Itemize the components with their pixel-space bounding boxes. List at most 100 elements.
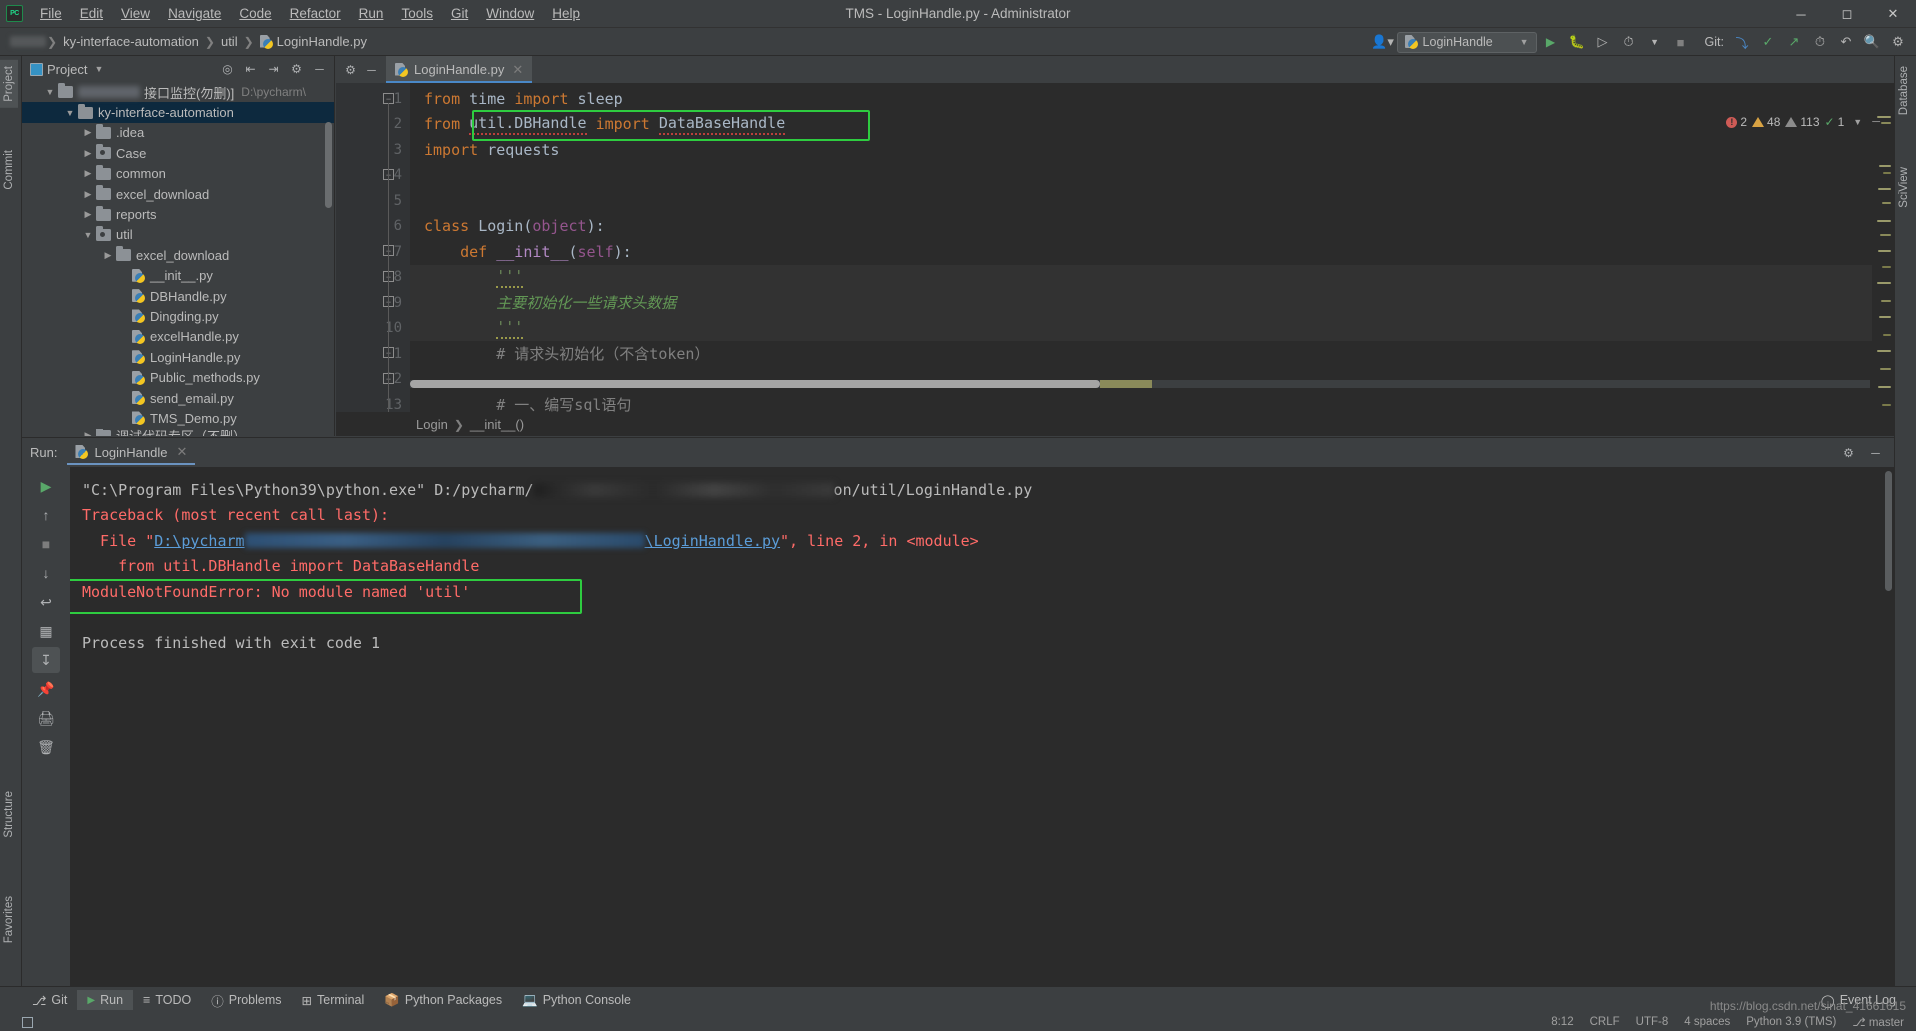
inspection-widget[interactable]: ! 2 48 113 ✓ 1 ▼ ─ xyxy=(1726,115,1880,129)
tree-row-case[interactable]: ▶ Case xyxy=(22,143,334,163)
chevron-down-icon[interactable]: ▼ xyxy=(42,87,58,97)
project-tree-scrollbar[interactable] xyxy=(325,122,332,208)
bottom-tab-problems[interactable]: ⓘ Problems xyxy=(201,988,291,1013)
close-button[interactable]: ✕ xyxy=(1870,0,1916,28)
tree-row-common[interactable]: ▶ common xyxy=(22,164,334,184)
chevron-right-icon[interactable]: ▶ xyxy=(80,189,96,200)
git-branch[interactable]: ⎇ master xyxy=(1852,1015,1904,1029)
printer-icon[interactable]: 🖨 xyxy=(32,705,60,731)
code-content[interactable]: from time import sleep from util.DBHandl… xyxy=(410,83,1894,412)
down-arrow-icon[interactable]: ↓ xyxy=(32,560,60,586)
scroll-to-end-icon[interactable]: ↧ xyxy=(32,647,60,673)
print-grid-icon[interactable]: ▦ xyxy=(32,618,60,644)
tree-row-tms-demo-py[interactable]: TMS_Demo.py xyxy=(22,408,334,428)
tool-tab-structure[interactable]: Structure xyxy=(0,785,18,844)
bottom-tab-python-packages[interactable]: 📦 Python Packages xyxy=(374,990,512,1011)
chevron-right-icon[interactable]: ▶ xyxy=(80,168,96,179)
breadcrumb-item-file[interactable]: LoginHandle.py xyxy=(255,32,372,51)
editor-horizontal-scrollbar[interactable] xyxy=(410,380,1870,388)
tree-row-excel-download[interactable]: ▶ excel_download xyxy=(22,184,334,204)
chevron-right-icon[interactable]: ▶ xyxy=(100,250,116,261)
chevron-down-icon[interactable]: ▼ xyxy=(80,230,96,240)
chevron-right-icon[interactable]: ▶ xyxy=(80,127,96,138)
breadcrumb-project-redacted[interactable] xyxy=(10,36,46,47)
menu-file[interactable]: File xyxy=(31,2,71,25)
run-settings-gear-icon[interactable]: ⚙ xyxy=(1838,442,1859,463)
indent-setting[interactable]: 4 spaces xyxy=(1684,1016,1730,1028)
run-console-output[interactable]: "C:\Program Files\Python39\python.exe" D… xyxy=(70,467,1894,994)
pin-icon[interactable]: 📌 xyxy=(32,676,60,702)
git-commit-icon[interactable]: ✓ xyxy=(1756,31,1780,53)
trash-icon[interactable]: 🗑 xyxy=(32,734,60,760)
tree-row-loginhandle-py[interactable]: LoginHandle.py xyxy=(22,347,334,367)
menu-git[interactable]: Git xyxy=(442,2,477,25)
expand-all-icon[interactable]: ⇤ xyxy=(240,59,261,80)
scroll-from-source-icon[interactable]: ◎ xyxy=(217,59,238,80)
git-push-icon[interactable]: ↗ xyxy=(1782,31,1806,53)
profile-button[interactable]: ⏱ xyxy=(1617,31,1641,53)
menu-navigate[interactable]: Navigate xyxy=(159,2,230,25)
chevron-down-icon[interactable]: ▼ xyxy=(94,64,103,74)
structure-toggle-icon[interactable] xyxy=(22,1016,33,1028)
python-interpreter[interactable]: Python 3.9 (TMS) xyxy=(1746,1016,1836,1028)
maximize-button[interactable]: ◻ xyxy=(1824,0,1870,28)
rerun-icon[interactable]: ▶ xyxy=(32,473,60,499)
scrollbar-thumb[interactable] xyxy=(410,380,1100,388)
tool-tab-project[interactable]: Project xyxy=(0,60,18,108)
collapse-all-icon[interactable]: ⇥ xyxy=(263,59,284,80)
scrollbar-thumb-secondary[interactable] xyxy=(1100,380,1152,388)
menu-run[interactable]: Run xyxy=(350,2,393,25)
bottom-tab-todo[interactable]: ≡ TODO xyxy=(133,990,201,1010)
bottom-tab-run[interactable]: ▶ Run xyxy=(77,990,134,1010)
bottom-tab-python-console[interactable]: 💻 Python Console xyxy=(512,990,641,1011)
editor-tab-loginhandle[interactable]: LoginHandle.py ✕ xyxy=(386,56,533,83)
line-separator[interactable]: CRLF xyxy=(1590,1016,1620,1028)
breadcrumb-class[interactable]: Login xyxy=(416,417,448,432)
debug-button[interactable]: 🐛 xyxy=(1565,31,1589,53)
chevron-right-icon[interactable]: ▶ xyxy=(80,148,96,159)
editor-gutter[interactable]: 1 2 3 4 5 6 7 8 9 10 11 12 13 − − − − − … xyxy=(336,83,410,412)
menu-view[interactable]: View xyxy=(112,2,159,25)
minimize-button[interactable]: ─ xyxy=(1778,0,1824,28)
user-account-icon[interactable]: 👤▾ xyxy=(1371,31,1395,53)
tool-tab-sciview[interactable]: SciView xyxy=(1895,161,1913,214)
file-encoding[interactable]: UTF-8 xyxy=(1636,1016,1669,1028)
tree-row-root[interactable]: ▼ 接口监控(勿删)] D:\pycharm\ xyxy=(22,82,334,102)
bottom-tab-git[interactable]: ⎇ Git xyxy=(22,990,77,1011)
tree-row-util-excel-download[interactable]: ▶ excel_download xyxy=(22,245,334,265)
editor-hide-icon[interactable]: ─ xyxy=(361,59,382,80)
up-arrow-icon[interactable]: ↑ xyxy=(32,502,60,528)
editor-error-stripe[interactable] xyxy=(1872,110,1894,412)
menu-refactor[interactable]: Refactor xyxy=(281,2,350,25)
settings-gear-icon[interactable]: ⚙ xyxy=(1886,31,1910,53)
run-configuration-selector[interactable]: LoginHandle ▼ xyxy=(1396,31,1537,53)
tree-row-public-methods-py[interactable]: Public_methods.py xyxy=(22,367,334,387)
tree-row-ky-interface-automation[interactable]: ▼ ky-interface-automation xyxy=(22,102,334,123)
caret-position[interactable]: 8:12 xyxy=(1551,1016,1573,1028)
undo-icon[interactable]: ↶ xyxy=(1834,31,1858,53)
tool-tab-commit[interactable]: Commit xyxy=(0,144,18,196)
git-update-icon[interactable]: ⤵ xyxy=(1730,31,1754,53)
hide-panel-icon[interactable]: ─ xyxy=(309,59,330,80)
tree-row-util[interactable]: ▼ util xyxy=(22,225,334,245)
tool-tab-database[interactable]: Database xyxy=(1895,60,1913,121)
tree-row-debug-zone[interactable]: ▶ 调试代码专区（不删） xyxy=(22,428,334,436)
chevron-right-icon[interactable]: ▶ xyxy=(80,430,96,436)
console-file-link-tail[interactable]: \LoginHandle.py xyxy=(645,532,780,550)
breadcrumb-item-folder[interactable]: util xyxy=(216,32,243,51)
bottom-tab-terminal[interactable]: ⊞ Terminal xyxy=(292,990,375,1011)
breadcrumb-item-project[interactable]: ky-interface-automation xyxy=(58,32,204,51)
tree-row-idea[interactable]: ▶ .idea xyxy=(22,123,334,143)
tree-row-reports[interactable]: ▶ reports xyxy=(22,204,334,224)
close-icon[interactable]: ✕ xyxy=(512,62,523,78)
more-run-options-icon[interactable]: ▼ xyxy=(1643,31,1667,53)
search-everywhere-icon[interactable]: 🔍 xyxy=(1860,31,1884,53)
menu-edit[interactable]: Edit xyxy=(71,2,112,25)
tree-row-init-py[interactable]: __init__.py xyxy=(22,266,334,286)
tree-row-dbhandle-py[interactable]: DBHandle.py xyxy=(22,286,334,306)
tree-row-excelhandle-py[interactable]: excelHandle.py xyxy=(22,327,334,347)
breadcrumb-method[interactable]: __init__() xyxy=(470,417,524,432)
menu-help[interactable]: Help xyxy=(543,2,589,25)
close-icon[interactable]: ✕ xyxy=(176,444,187,460)
stop-button[interactable]: ■ xyxy=(1669,31,1693,53)
